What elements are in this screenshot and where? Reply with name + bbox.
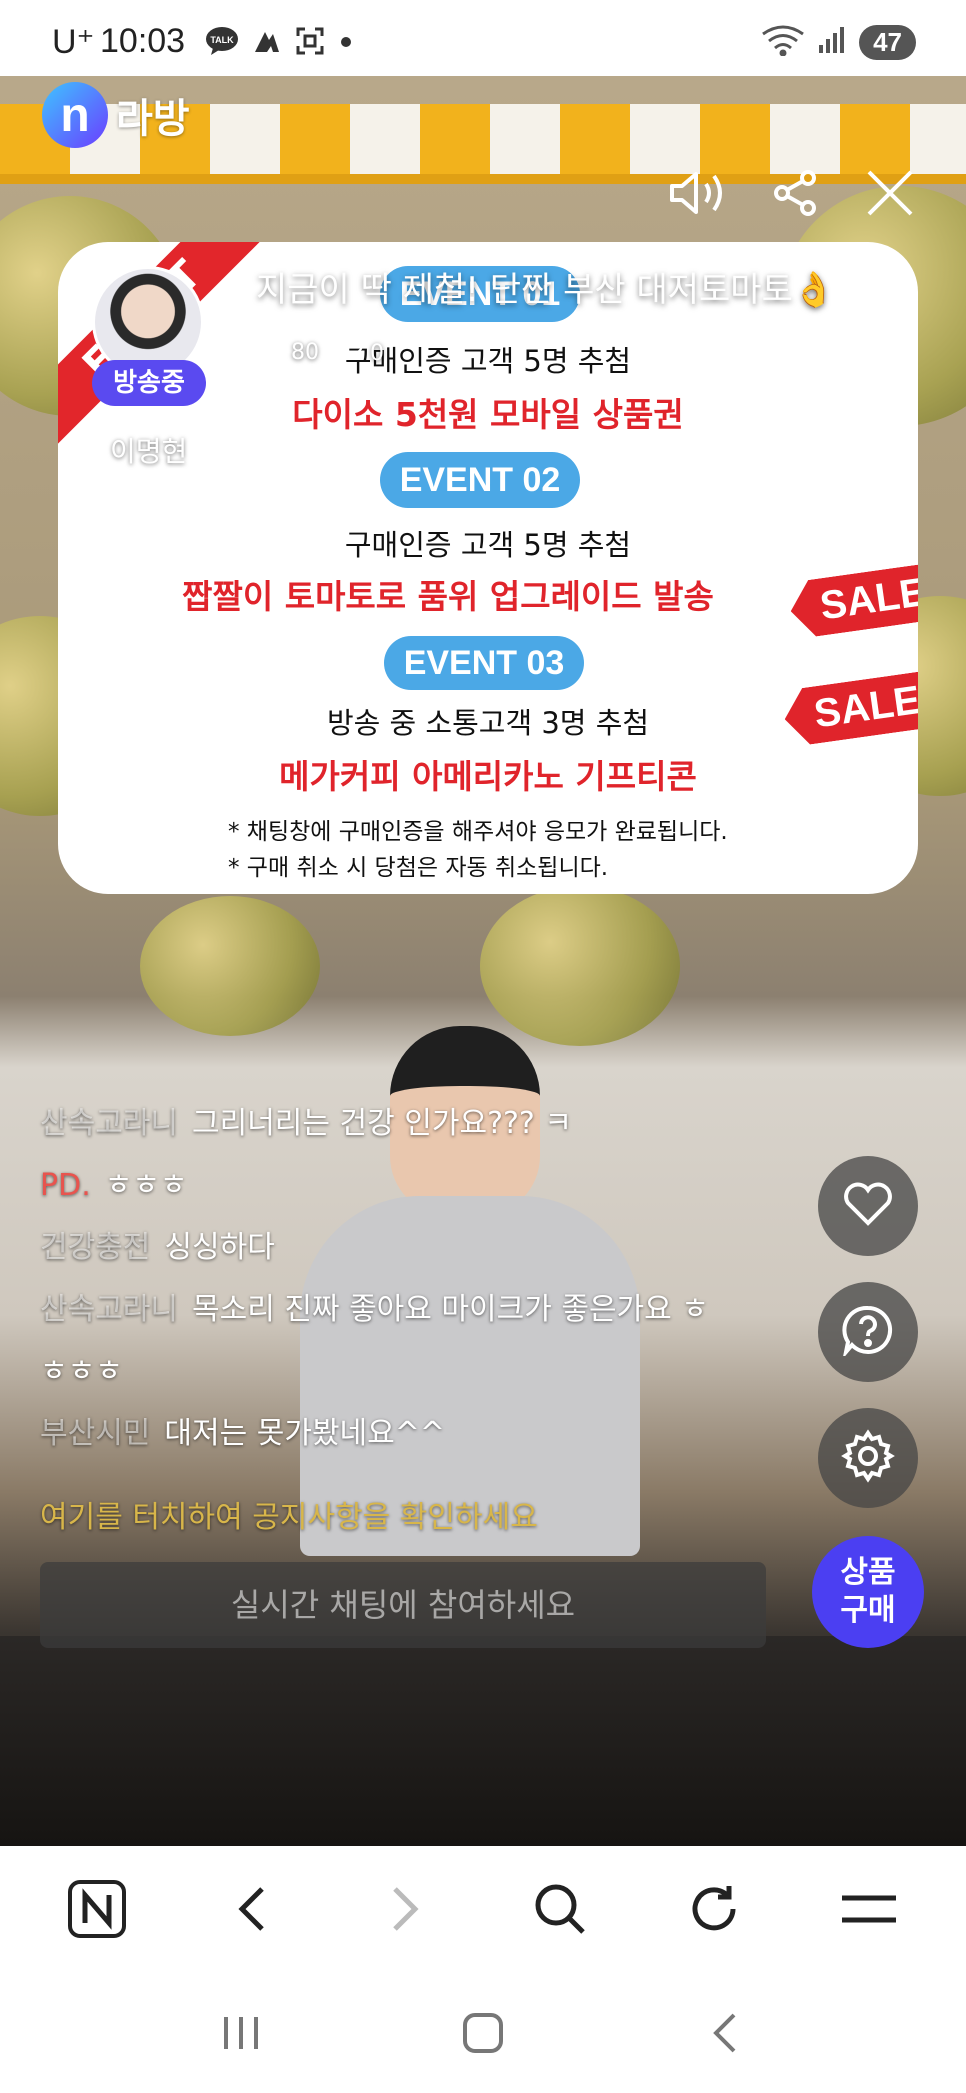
live-badge: 방송중	[92, 360, 206, 406]
naver-n-icon	[67, 1879, 127, 1943]
chat-nickname: PD.	[40, 1168, 91, 1203]
chat-message: ㅎㅎㅎ	[40, 1346, 123, 1390]
notification-icons: TALK	[205, 26, 353, 60]
chat-nickname: 산속고라니	[40, 1292, 178, 1327]
share-icon	[770, 168, 820, 222]
broadcast-stats: 80 0	[257, 340, 384, 366]
signal-icon	[817, 25, 847, 59]
dot-icon	[339, 34, 353, 53]
notice-link[interactable]: 여기를 터치하여 공지사항을 확인하세요	[40, 1492, 538, 1536]
host-name: 이명현	[110, 435, 188, 468]
logo-text: 라방	[116, 96, 190, 142]
chat-message: 부산시민 대저는 못가봤네요^^	[40, 1408, 445, 1452]
buy-label-line1: 상품	[840, 1555, 896, 1590]
close-icon	[865, 168, 915, 222]
event-label: EVENT 02	[380, 452, 580, 508]
status-bar: U⁺ 10:03 TALK 47	[0, 0, 966, 76]
event-note: * 채팅창에 구매인증을 해주셔야 응모가 완료됩니다.	[228, 819, 728, 845]
eye-icon	[257, 344, 285, 358]
share-button[interactable]	[760, 160, 830, 230]
chat-message: 산속고라니 목소리 진짜 좋아요 마이크가 좋은가요 ㅎ	[40, 1284, 709, 1328]
browser-toolbar	[0, 1846, 966, 1976]
settings-button[interactable]	[818, 1408, 918, 1508]
chevron-right-icon	[391, 1885, 421, 1937]
system-icons: 47	[761, 24, 916, 60]
back-button[interactable]	[206, 1866, 296, 1956]
chat-message: 산속고라니 그리너리는 건강 인가요??? ㅋ	[40, 1098, 572, 1142]
search-icon	[533, 1882, 587, 1940]
chat-text: 그리너리는 건강 인가요??? ㅋ	[192, 1106, 572, 1141]
search-button[interactable]	[515, 1866, 605, 1956]
event-label: EVENT 03	[384, 636, 584, 690]
back-chevron-icon	[710, 2011, 740, 2059]
chat-input[interactable]: 실시간 채팅에 참여하세요	[40, 1562, 766, 1648]
refresh-button[interactable]	[669, 1866, 759, 1956]
event-subtitle: 구매인증 고객 5명 추첨	[344, 528, 632, 562]
talk-icon: TALK	[205, 26, 239, 60]
wifi-icon	[761, 24, 805, 60]
chat-text: 대저는 못가봤네요^^	[164, 1416, 446, 1451]
naver-live-logo[interactable]: n 라방	[42, 82, 190, 148]
chat-nickname: 부산시민	[40, 1416, 151, 1451]
app-icon	[253, 28, 281, 58]
system-nav-bar	[0, 1976, 966, 2093]
buy-label-line2: 구매	[840, 1593, 896, 1628]
heart-icon	[842, 1181, 894, 1231]
background-fruit	[480, 886, 680, 1046]
view-count-value: 80	[291, 340, 319, 365]
heart-outline-icon	[341, 340, 363, 360]
event-prize: 메가커피 아메리카노 기프티콘	[279, 757, 697, 796]
home-button[interactable]	[438, 1995, 528, 2075]
question-button[interactable]	[818, 1282, 918, 1382]
view-count: 80	[257, 340, 319, 366]
speaker-icon	[668, 168, 730, 222]
background-fruit	[140, 896, 320, 1036]
question-chat-icon	[842, 1304, 894, 1360]
chat-nickname: 산속고라니	[40, 1106, 178, 1141]
battery-indicator: 47	[859, 24, 916, 60]
chat-message: 건강충전 싱싱하다	[40, 1222, 275, 1266]
chat-text: 목소리 진짜 좋아요 마이크가 좋은가요 ㅎ	[192, 1292, 709, 1327]
display-table	[0, 1636, 966, 1846]
hamburger-icon	[840, 1892, 898, 1930]
chat-text: ㅎㅎㅎ	[40, 1354, 123, 1389]
chevron-left-icon	[236, 1885, 266, 1937]
svg-text:TALK: TALK	[210, 35, 234, 45]
like-count: 0	[341, 340, 384, 366]
refresh-icon	[687, 1882, 741, 1940]
system-back-button[interactable]	[680, 1995, 770, 2075]
like-count-value: 0	[370, 341, 384, 366]
chat-text: ㅎㅎㅎ	[104, 1168, 188, 1203]
forward-button[interactable]	[361, 1866, 451, 1956]
recent-apps-icon	[220, 2013, 262, 2057]
event-prize: 짭짤이 토마토로 품위 업그레이드 발송	[182, 577, 714, 616]
event-note: * 구매 취소 시 당첨은 자동 취소됩니다.	[228, 855, 609, 881]
screenshot-icon	[295, 26, 325, 60]
sound-button[interactable]	[664, 160, 734, 230]
gear-icon	[841, 1429, 895, 1487]
logo-badge: n	[42, 82, 108, 148]
recent-apps-button[interactable]	[196, 1995, 286, 2075]
chat-text: 싱싱하다	[164, 1230, 275, 1265]
like-button[interactable]	[818, 1156, 918, 1256]
chat-nickname: 건강충전	[40, 1230, 151, 1265]
close-button[interactable]	[855, 160, 925, 230]
carrier-label: U⁺	[52, 23, 95, 61]
chat-message: PD. ㅎㅎㅎ	[40, 1160, 188, 1204]
menu-button[interactable]	[824, 1866, 914, 1956]
naver-home-button[interactable]	[52, 1866, 142, 1956]
broadcast-title: 지금이 딱 제철! 단짠 부산 대저토마토👌	[256, 270, 836, 310]
status-time: 10:03	[100, 22, 186, 60]
buy-product-button[interactable]: 상품 구매	[812, 1536, 924, 1648]
home-square-icon	[461, 2011, 505, 2059]
